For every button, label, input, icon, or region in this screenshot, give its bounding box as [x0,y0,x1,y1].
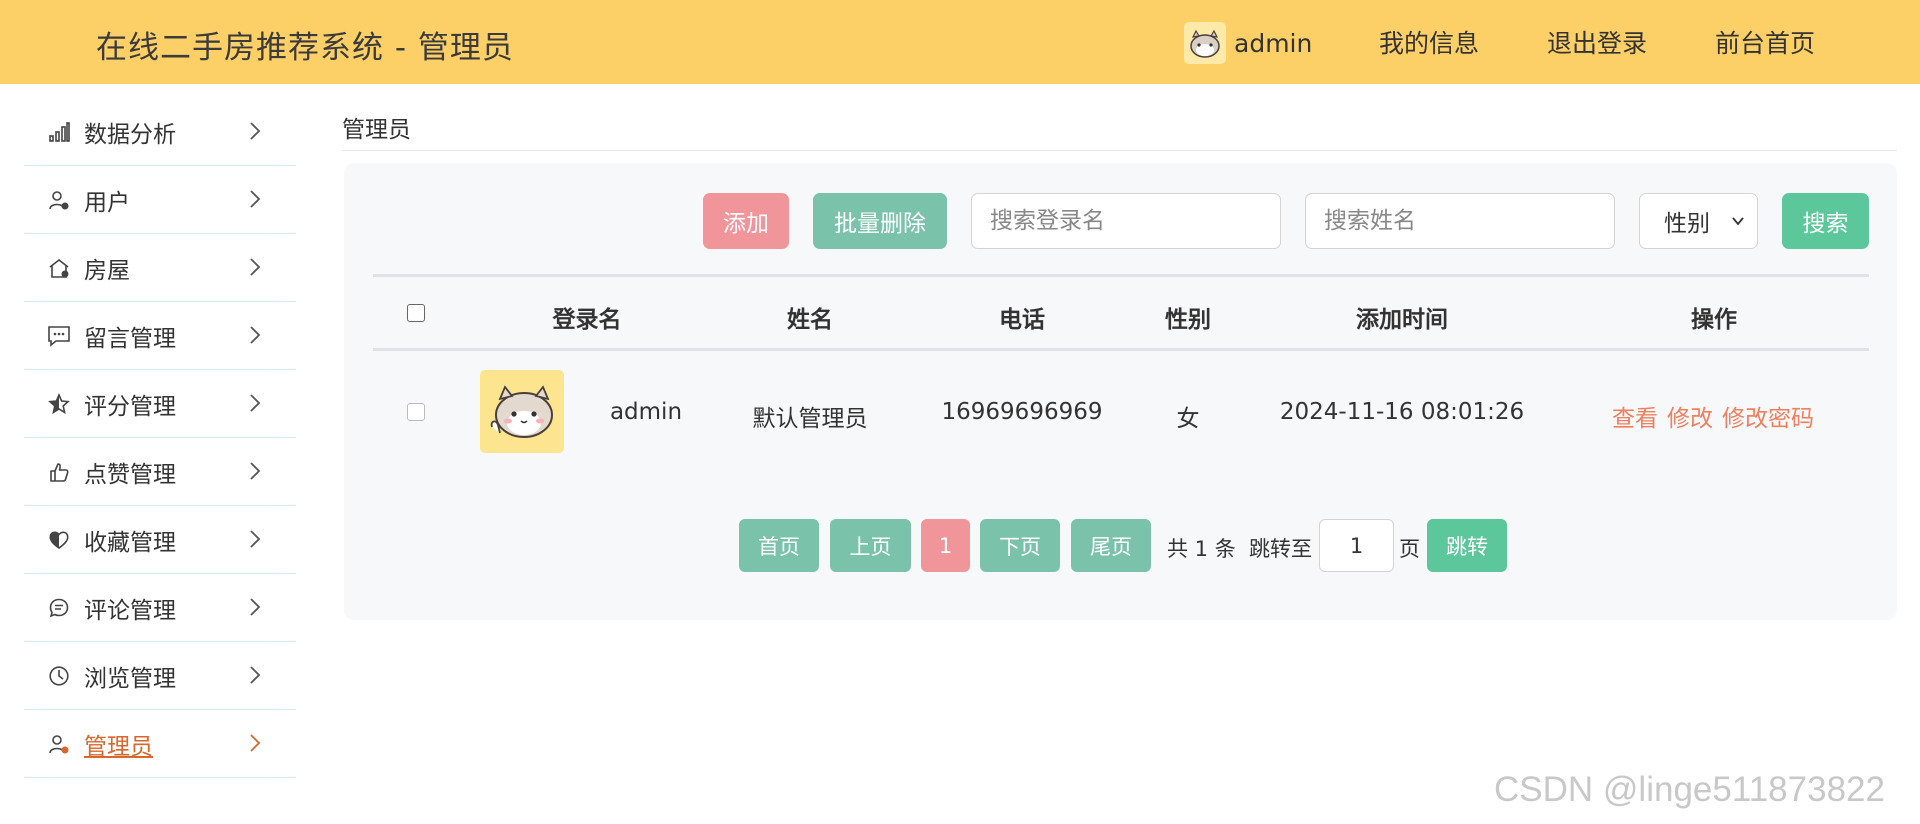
avatar [1184,22,1226,64]
prev-page-button[interactable]: 上页 [830,519,911,572]
search-login-input[interactable] [971,193,1281,249]
watermark: CSDN @linge511873822 [1494,770,1885,809]
first-page-button[interactable]: 首页 [739,519,819,572]
sidebar-item-data-analysis[interactable]: 数据分析 [24,98,296,166]
sidebar-item-ratings[interactable]: 评分管理 [24,370,296,438]
top-header: 在线二手房推荐系统 - 管理员 admin 我的信息 退出登录 前台首页 [0,0,1920,84]
sidebar-item-label: 评分管理 [84,393,176,420]
chevron-right-icon [250,190,261,208]
front-home-link[interactable]: 前台首页 [1715,24,1815,60]
sidebar-item-admins[interactable]: 管理员 [24,710,296,778]
heart-icon [46,527,72,553]
row-checkbox[interactable] [407,403,425,421]
column-header-login-name: 登录名 [552,307,622,333]
chevron-right-icon [250,258,261,276]
chevron-right-icon [250,530,261,548]
column-header-actions: 操作 [1691,307,1737,333]
chevron-right-icon [250,326,261,344]
my-info-link[interactable]: 我的信息 [1379,24,1479,60]
cell-login-name: admin [609,399,683,425]
sidebar-item-label: 用户 [84,189,130,216]
jump-to-label: 跳转至 [1249,537,1312,561]
avatar [480,370,564,453]
page-title: 管理员 [342,117,411,143]
sidebar-item-users[interactable]: 用户 [24,166,296,234]
chevron-right-icon [250,666,261,684]
app-title: 在线二手房推荐系统 - 管理员 [96,30,514,66]
chevron-down-icon [1732,217,1744,226]
sidebar-item-label: 留言管理 [84,325,176,352]
house-icon [46,255,72,281]
last-page-button[interactable]: 尾页 [1071,519,1151,572]
gender-select-value: 性别 [1664,211,1710,237]
divider [342,150,1897,151]
sidebar-item-browsing[interactable]: 浏览管理 [24,642,296,710]
sidebar-item-label: 评论管理 [84,597,176,624]
view-link[interactable]: 查看 [1612,399,1658,433]
current-page-button[interactable]: 1 [921,519,970,572]
search-button[interactable]: 搜索 [1782,193,1869,249]
sidebar-item-label: 浏览管理 [84,665,176,692]
cell-gender: 女 [1176,406,1200,432]
star-icon [46,391,72,417]
sidebar-item-favorites[interactable]: 收藏管理 [24,506,296,574]
page-jump-input[interactable] [1319,519,1394,572]
comment-icon [46,595,72,621]
column-header-name: 姓名 [787,307,833,333]
cell-added-time: 2024-11-16 08:01:26 [1279,399,1525,425]
header-username: admin [1234,28,1313,58]
column-header-gender: 性别 [1165,307,1211,333]
logout-link[interactable]: 退出登录 [1547,24,1647,60]
add-button[interactable]: 添加 [703,193,789,249]
admin-user-icon [46,731,72,757]
column-header-phone: 电话 [999,307,1045,333]
chevron-right-icon [250,462,261,480]
sidebar-item-label: 点赞管理 [84,461,176,488]
cat-avatar-icon [490,384,553,438]
page-unit-label: 页 [1399,537,1420,561]
thumbs-up-icon [46,459,72,485]
next-page-button[interactable]: 下页 [980,519,1060,572]
gender-select[interactable]: 性别 [1639,193,1758,249]
jump-button[interactable]: 跳转 [1427,519,1507,572]
sidebar-item-label: 收藏管理 [84,529,176,556]
bar-chart-icon [46,119,72,145]
table-top-border [373,274,1869,277]
cell-name: 默认管理员 [752,406,868,432]
sidebar: 数据分析 用户 房屋 留言管理 评分管理 点赞管理 收藏管理 评论管理 浏览管理… [24,98,296,778]
sidebar-item-messages[interactable]: 留言管理 [24,302,296,370]
sidebar-item-label: 房屋 [84,257,130,284]
sidebar-item-houses[interactable]: 房屋 [24,234,296,302]
sidebar-item-label: 数据分析 [84,121,176,148]
sidebar-item-label: 管理员 [84,733,153,760]
column-header-added-time: 添加时间 [1356,307,1448,333]
sidebar-item-likes[interactable]: 点赞管理 [24,438,296,506]
search-name-input[interactable] [1305,193,1615,249]
edit-link[interactable]: 修改 [1667,399,1713,433]
clock-icon [46,663,72,689]
chevron-right-icon [250,598,261,616]
user-icon [46,187,72,213]
batch-delete-button[interactable]: 批量删除 [813,193,947,249]
sidebar-item-comments[interactable]: 评论管理 [24,574,296,642]
cell-phone: 16969696969 [941,399,1103,425]
table-header-border [373,348,1869,351]
chevron-right-icon [250,394,261,412]
chevron-right-icon [250,122,261,140]
message-icon [46,323,72,349]
cat-avatar-icon [1190,29,1220,58]
select-all-checkbox[interactable] [407,304,425,322]
chevron-right-icon [250,734,261,752]
total-count: 共 1 条 [1167,537,1236,561]
header-user[interactable]: admin [1184,22,1312,64]
change-password-link[interactable]: 修改密码 [1722,399,1814,433]
